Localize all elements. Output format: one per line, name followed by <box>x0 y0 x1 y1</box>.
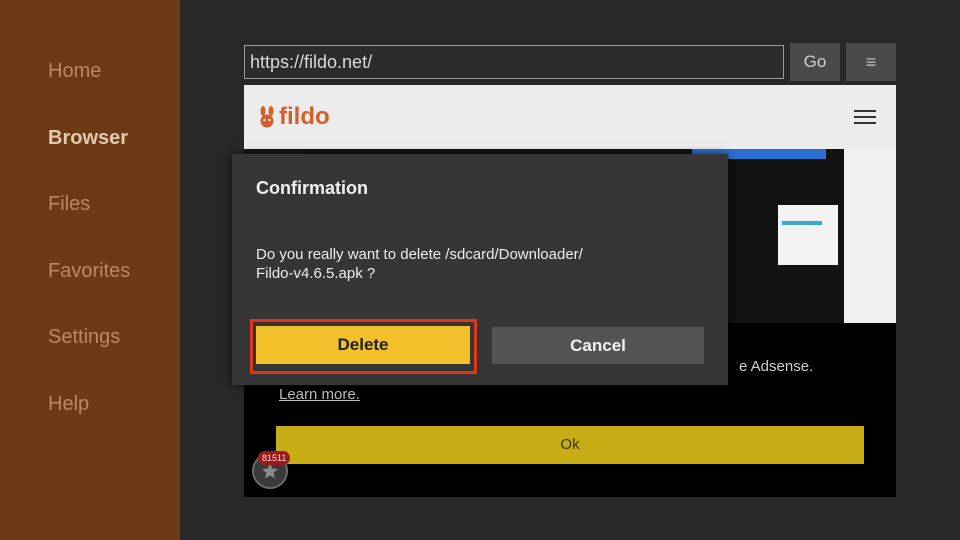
consent-ok-button[interactable]: Ok <box>276 426 864 464</box>
cancel-button[interactable]: Cancel <box>492 327 704 364</box>
dialog-title: Confirmation <box>256 178 368 198</box>
site-header: fildo <box>244 85 896 149</box>
sidebar-item-help[interactable]: Help <box>48 393 89 416</box>
sidebar-item-favorites[interactable]: Favorites <box>48 260 130 283</box>
learn-more-link[interactable]: Learn more. <box>279 386 360 403</box>
dialog-message-line-2: Fildo-v4.6.5.apk ? <box>256 265 376 282</box>
browser-menu-button[interactable]: ≡ <box>846 43 896 81</box>
consent-text: e Adsense. <box>739 358 814 375</box>
dialog-message: Do you really want to delete /sdcard/Dow… <box>256 245 696 283</box>
sidebar: Home Browser Files Favorites Settings He… <box>0 0 180 540</box>
delete-button[interactable]: Delete <box>256 326 470 364</box>
ad-thumbnail[interactable] <box>778 205 838 265</box>
dialog-message-line-1: Do you really want to delete /sdcard/Dow… <box>256 246 583 263</box>
fildo-logo[interactable]: fildo <box>258 103 330 131</box>
sidebar-item-home[interactable]: Home <box>48 60 101 83</box>
rabbit-icon <box>260 106 274 128</box>
go-button[interactable]: Go <box>790 43 840 81</box>
confirmation-dialog: Confirmation Do you really want to delet… <box>232 154 728 385</box>
url-input[interactable]: https://fildo.net/ <box>244 45 784 79</box>
sidebar-item-settings[interactable]: Settings <box>48 326 120 349</box>
page-side-panel <box>844 149 896 323</box>
sidebar-item-files[interactable]: Files <box>48 193 90 216</box>
sidebar-item-browser[interactable]: Browser <box>48 127 128 150</box>
count-badge: 81511 <box>258 451 291 465</box>
hamburger-menu-icon[interactable] <box>854 110 876 124</box>
logo-text: fildo <box>279 103 330 130</box>
